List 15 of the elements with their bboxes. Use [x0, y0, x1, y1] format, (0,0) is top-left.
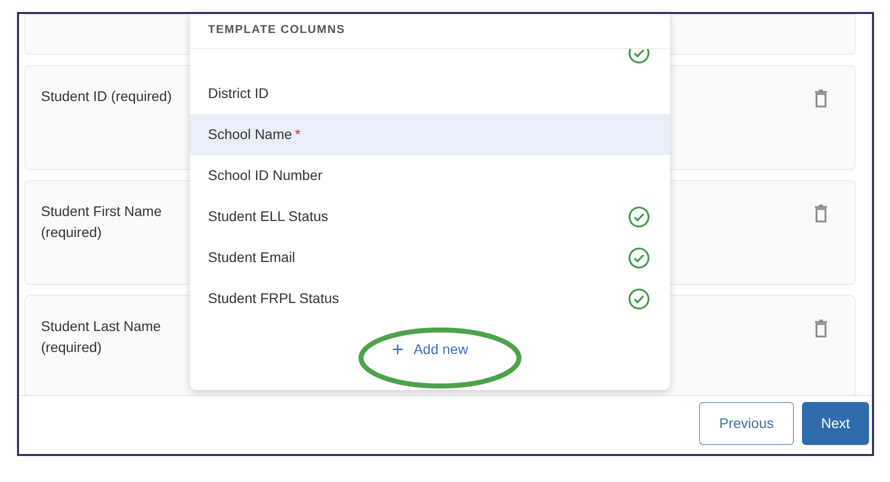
- column-option[interactable]: District ID: [190, 73, 670, 114]
- trash-icon[interactable]: [813, 204, 829, 224]
- column-option[interactable]: Student Email: [190, 237, 670, 278]
- dropdown-title: TEMPLATE COLUMNS: [208, 23, 346, 38]
- column-option[interactable]: School Name *: [190, 114, 670, 155]
- column-option[interactable]: Student ELL Status: [190, 196, 670, 237]
- column-option[interactable]: School ID Number: [190, 155, 670, 196]
- column-option[interactable]: Student FRPL Status: [190, 278, 670, 319]
- previous-button[interactable]: Previous: [699, 402, 794, 445]
- trash-icon[interactable]: [813, 319, 829, 339]
- trash-icon[interactable]: [813, 89, 829, 109]
- field-label: Student Last Name (required): [41, 317, 162, 357]
- next-button[interactable]: Next: [802, 402, 869, 445]
- field-label: Student First Name (required): [41, 202, 163, 242]
- field-label: Student ID (required): [41, 87, 173, 106]
